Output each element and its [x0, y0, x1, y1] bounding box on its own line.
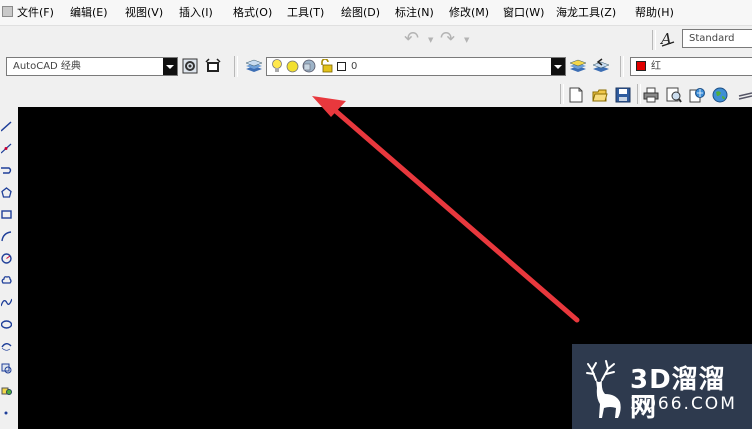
undo-icon[interactable]: ↶	[404, 30, 419, 48]
insert-block-icon[interactable]	[1, 363, 12, 374]
toolbar-separator	[620, 56, 624, 77]
arc-icon[interactable]	[1, 231, 12, 242]
color-select[interactable]: 红	[630, 57, 752, 76]
text-style-icon[interactable]: A	[659, 30, 676, 48]
polygon-icon[interactable]	[1, 187, 12, 198]
workspace-settings-icon[interactable]	[182, 58, 198, 74]
menu-dimension[interactable]: 标注(N)	[395, 6, 434, 19]
menu-modify[interactable]: 修改(M)	[449, 6, 489, 19]
point-icon[interactable]	[1, 407, 12, 418]
menu-view[interactable]: 视图(V)	[125, 6, 163, 19]
layer-properties-icon[interactable]	[245, 58, 263, 74]
chevron-down-icon[interactable]	[163, 58, 177, 75]
make-block-icon[interactable]	[1, 385, 12, 396]
svg-text:A: A	[660, 30, 672, 48]
menu-hailong-tools[interactable]: 海龙工具(Z)	[556, 6, 616, 19]
redo-icon[interactable]: ↷	[440, 30, 455, 48]
sun-freeze-icon[interactable]	[286, 60, 299, 73]
open-file-icon[interactable]	[592, 87, 608, 103]
chevron-down-icon[interactable]	[551, 58, 565, 75]
plot-preview-icon[interactable]	[666, 87, 682, 103]
ellipse-arc-icon[interactable]	[1, 341, 12, 352]
circle-icon[interactable]	[1, 253, 12, 264]
viewport-freeze-icon[interactable]	[302, 59, 316, 73]
text-style-value: Standard	[689, 33, 735, 44]
workspace-select[interactable]: AutoCAD 经典	[6, 57, 178, 76]
toolbar-separator	[234, 56, 238, 77]
menu-insert[interactable]: 插入(I)	[179, 6, 213, 19]
web-globe-icon[interactable]	[712, 87, 728, 103]
workspace-save-icon[interactable]	[205, 58, 221, 74]
spline-icon[interactable]	[1, 297, 12, 308]
layer-previous-icon[interactable]	[592, 58, 610, 74]
redo-dropdown-icon[interactable]: ▼	[464, 36, 469, 44]
menu-format[interactable]: 格式(O)	[233, 6, 272, 19]
layer-select[interactable]: 0	[266, 57, 566, 76]
new-file-icon[interactable]	[568, 87, 584, 103]
toolbar-separator	[637, 84, 641, 104]
menu-tools[interactable]: 工具(T)	[287, 6, 324, 19]
standard-toolbar-row	[0, 26, 752, 52]
deer-logo-icon	[586, 360, 621, 418]
menu-edit[interactable]: 编辑(E)	[70, 6, 108, 19]
text-style-select[interactable]: Standard	[682, 29, 752, 48]
toolbar-separator	[560, 84, 564, 104]
save-icon[interactable]	[615, 87, 631, 103]
ellipse-icon[interactable]	[1, 319, 12, 330]
line-icon[interactable]	[1, 121, 12, 132]
publish-icon[interactable]	[689, 87, 705, 103]
construction-line-icon[interactable]	[1, 143, 12, 154]
layer-value: 0	[351, 61, 358, 72]
lightbulb-icon[interactable]	[271, 59, 283, 73]
watermark-subtitle: 3D66.COM	[630, 394, 737, 414]
polyline-icon[interactable]	[1, 165, 12, 176]
layer-color-swatch-icon	[337, 62, 346, 71]
document-icon[interactable]	[2, 6, 13, 17]
make-current-layer-icon[interactable]	[569, 58, 587, 74]
workspace-value: AutoCAD 经典	[13, 61, 81, 72]
etransmit-icon[interactable]	[738, 88, 752, 104]
rectangle-icon[interactable]	[1, 209, 12, 220]
toolbar-separator	[652, 30, 656, 50]
menu-draw[interactable]: 绘图(D)	[341, 6, 380, 19]
menu-help[interactable]: 帮助(H)	[635, 6, 674, 19]
draw-toolbar	[0, 107, 19, 429]
color-value: 红	[651, 61, 661, 72]
print-icon[interactable]	[643, 87, 659, 103]
undo-dropdown-icon[interactable]: ▼	[428, 36, 433, 44]
menu-window[interactable]: 窗口(W)	[503, 6, 544, 19]
menu-file[interactable]: 文件(F)	[17, 6, 54, 19]
color-swatch-icon	[636, 61, 646, 71]
revision-cloud-icon[interactable]	[1, 275, 12, 286]
menu-bar: 文件(F) 编辑(E) 视图(V) 插入(I) 格式(O) 工具(T) 绘图(D…	[0, 0, 752, 26]
watermark: 3D溜溜网 3D66.COM	[572, 344, 752, 429]
lock-icon[interactable]	[319, 58, 333, 73]
